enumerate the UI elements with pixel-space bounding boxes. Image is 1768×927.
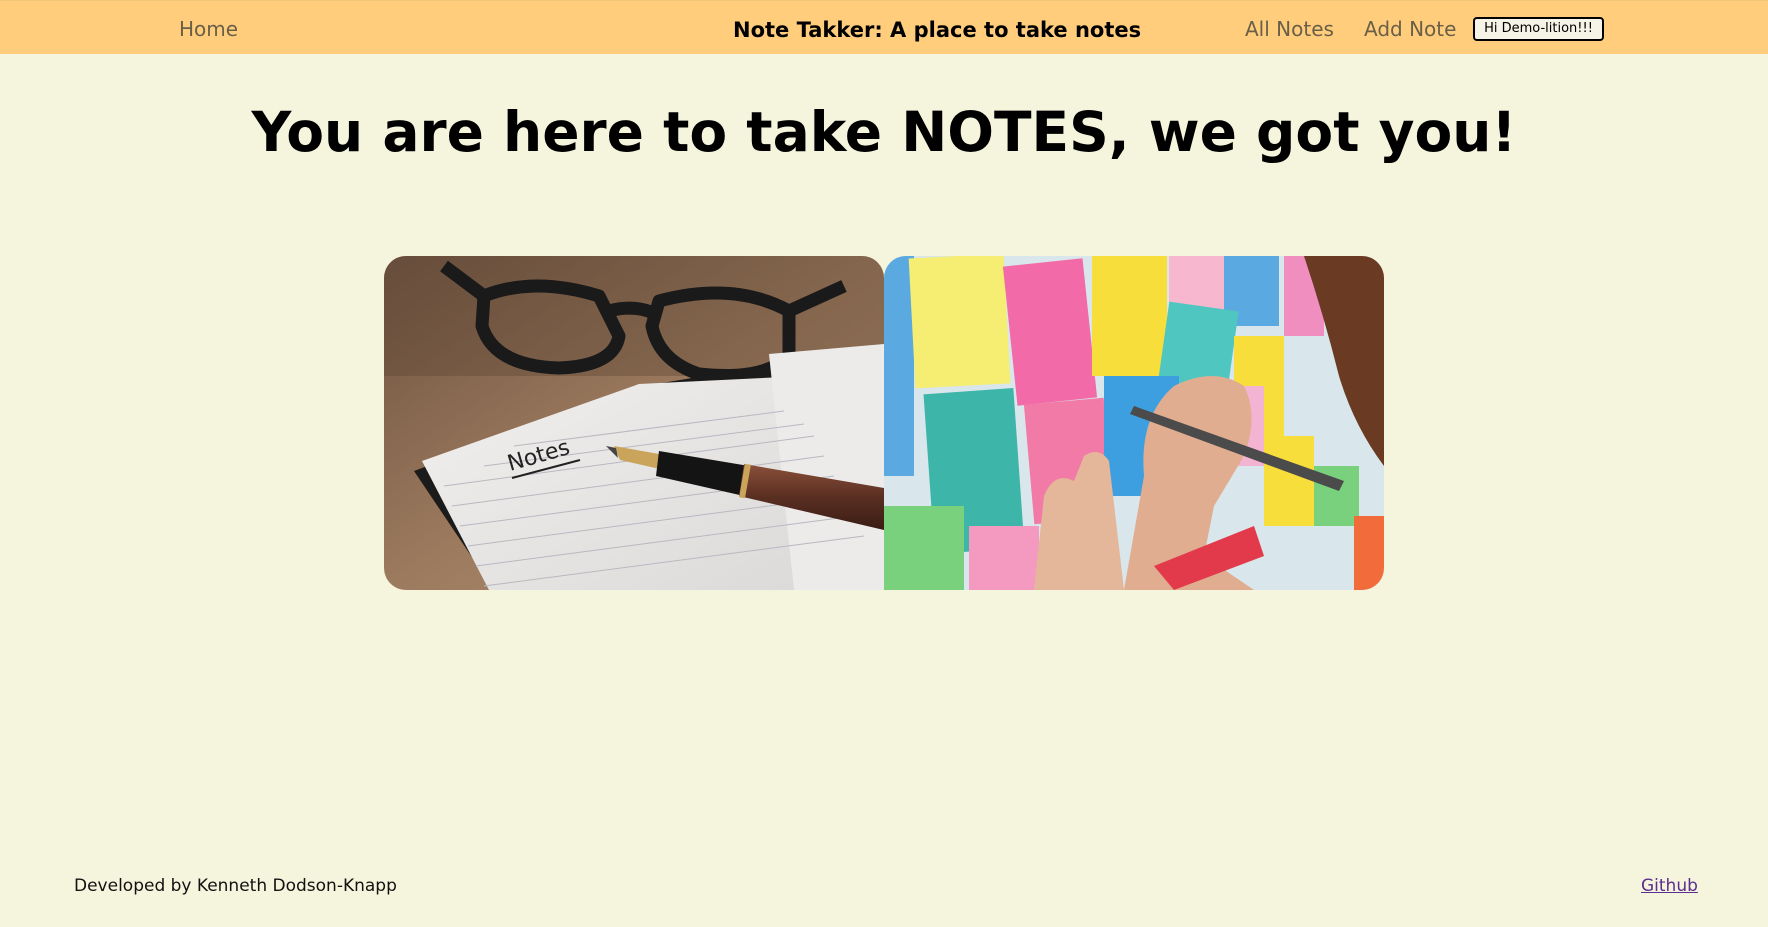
navbar: Home Note Takker: A place to take notes … bbox=[0, 0, 1768, 54]
nav-all-notes-link[interactable]: All Notes bbox=[1245, 17, 1334, 41]
footer-credit: Developed by Kenneth Dodson-Knapp bbox=[74, 876, 397, 896]
page-heading: You are here to take NOTES, we got you! bbox=[251, 100, 1517, 164]
image-gallery: Notes bbox=[384, 256, 1384, 590]
user-greeting-button[interactable]: Hi Demo-lition!!! bbox=[1473, 17, 1604, 41]
nav-home-link[interactable]: Home bbox=[179, 17, 238, 41]
nav-add-note-link[interactable]: Add Note bbox=[1364, 17, 1456, 41]
notebook-photo: Notes bbox=[384, 256, 884, 590]
sticky-notes-photo bbox=[884, 256, 1384, 590]
github-link[interactable]: Github bbox=[1641, 876, 1698, 896]
brand-title: Note Takker: A place to take notes bbox=[733, 18, 1142, 42]
